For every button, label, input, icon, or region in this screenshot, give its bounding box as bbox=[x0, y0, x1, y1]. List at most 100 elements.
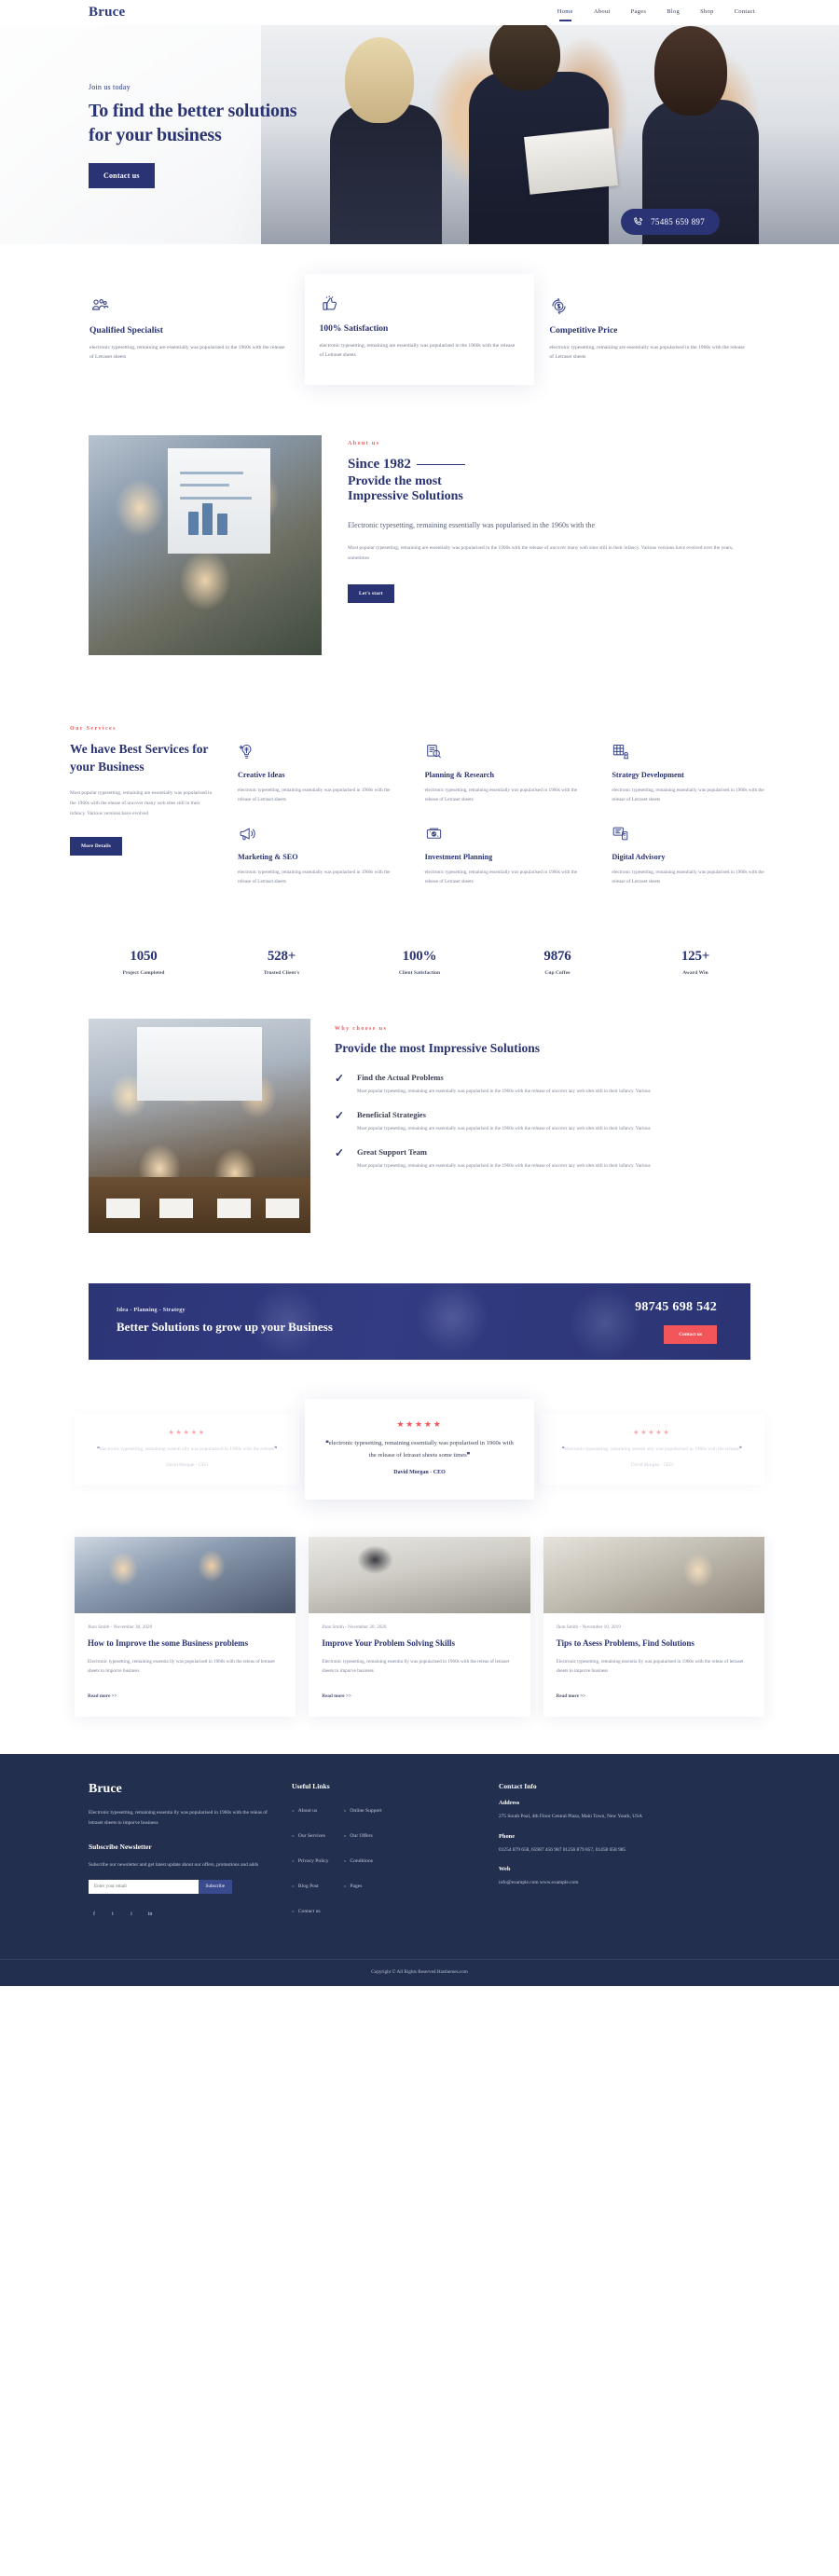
service-card[interactable]: Marketing & SEO electronic typesetting, r… bbox=[238, 825, 405, 887]
footer-link-item: » Conditions bbox=[344, 1850, 382, 1867]
cta-banner: Idea - Planning - Strategy Better Soluti… bbox=[89, 1283, 750, 1361]
testimonial-card[interactable]: ★★★★★ ❝electronic typesetting, remaining … bbox=[539, 1414, 764, 1485]
why-item-title: Find the Actual Problems bbox=[357, 1073, 444, 1083]
blog-meta: Jhon Smith - November 10, 2019 bbox=[556, 1624, 621, 1630]
about-start-button[interactable]: Let's start bbox=[348, 583, 394, 603]
check-icon: ✓ bbox=[335, 1072, 345, 1086]
feature-text: electronic typesetting, remaining are es… bbox=[549, 345, 745, 361]
stat-item: 528+ Trusted Client's bbox=[213, 949, 351, 976]
site-footer: Bruce Electronic typesetting, remaining … bbox=[0, 1754, 839, 1987]
service-card[interactable]: Digital Advisory electronic typesetting, … bbox=[612, 825, 778, 887]
testimonial-card[interactable]: ★★★★★ ❝electronic typesetting, remaining … bbox=[305, 1399, 534, 1500]
stat-number: 528+ bbox=[267, 949, 296, 965]
facebook-icon[interactable]: f bbox=[89, 1909, 100, 1920]
service-card[interactable]: Investment Planning electronic typesettin… bbox=[425, 825, 592, 887]
phone-call-icon bbox=[633, 216, 644, 227]
footer-link-item: » Online Support bbox=[344, 1800, 382, 1816]
stat-number: 100% bbox=[402, 949, 437, 965]
testimonial-author: David Morgan - CEO bbox=[166, 1461, 209, 1468]
why-title: Provide the most Impressive Solutions bbox=[335, 1041, 541, 1056]
nav-item-home[interactable]: Home bbox=[557, 8, 573, 21]
footer-links-column-2: » Online Support» Our Offers» Conditions» Pa… bbox=[344, 1800, 382, 1925]
footer-contact-title: Contact Info bbox=[499, 1782, 537, 1791]
chevron-right-icon: » bbox=[292, 1884, 295, 1890]
services-text: Most popular typesetting, remaining are … bbox=[70, 790, 213, 816]
blog-read-more-link[interactable]: Read more >> bbox=[88, 1693, 117, 1699]
hero-phone-badge[interactable]: 75485 659 897 bbox=[621, 209, 720, 235]
stat-label: Cup Coffee bbox=[544, 970, 571, 977]
footer-about-text: Electronic typesetting, remaining essent… bbox=[89, 1810, 268, 1826]
chevron-right-icon: » bbox=[343, 1858, 347, 1865]
footer-link[interactable]: Online Support bbox=[350, 1808, 381, 1814]
newsletter-subscribe-button[interactable]: Subscribe bbox=[198, 1879, 232, 1894]
blog-card[interactable]: Jhon Smith - November 20, 2020 Improve Yo… bbox=[309, 1536, 530, 1718]
footer-link[interactable]: Our Services bbox=[298, 1833, 325, 1839]
instagram-icon[interactable]: i bbox=[126, 1909, 137, 1920]
about-body-text: Most popular typesetting, remaining are … bbox=[348, 545, 734, 561]
blog-excerpt: Electronic typesetting, remaining essent… bbox=[88, 1658, 275, 1674]
blog-read-more-link[interactable]: Read more >> bbox=[557, 1693, 585, 1699]
services-more-details-button[interactable]: More Details bbox=[70, 837, 123, 856]
stat-item: 100% Client Satisfaction bbox=[351, 949, 488, 976]
blog-title[interactable]: Tips to Asess Problems, Find Solutions bbox=[557, 1637, 751, 1650]
chevron-right-icon: » bbox=[292, 1909, 295, 1915]
why-item: ✓ Beneficial Strategies Most popular types… bbox=[335, 1110, 764, 1134]
blog-title[interactable]: How to Improve the some Business problem… bbox=[88, 1637, 282, 1650]
service-card[interactable]: Planning & Research electronic typesettin… bbox=[425, 743, 592, 805]
footer-link[interactable]: Privacy Policy bbox=[298, 1858, 329, 1864]
why-item-title: Beneficial Strategies bbox=[357, 1109, 426, 1119]
footer-links-column-1: » About us» Our Services» Privacy Policy» Bl… bbox=[292, 1800, 329, 1925]
footer-logo[interactable]: Bruce bbox=[89, 1782, 271, 1797]
about-since: Since 1982 bbox=[348, 456, 411, 472]
nav-item-about[interactable]: About bbox=[594, 8, 611, 18]
cta-phone-number: 98745 698 542 bbox=[635, 1299, 717, 1314]
stats-section: 1050 Project Completed 528+ Trusted Client'… bbox=[0, 925, 839, 1004]
stat-label: Award Win bbox=[682, 970, 708, 977]
blog-card[interactable]: Jhon Smith - November 10, 2019 Tips to As… bbox=[543, 1536, 764, 1718]
chevron-right-icon: » bbox=[343, 1833, 347, 1840]
footer-link-item: » Our Offers bbox=[344, 1825, 382, 1842]
service-text: electronic typesetting, remaining essent… bbox=[612, 787, 764, 802]
footer-link[interactable]: Conditions bbox=[350, 1858, 373, 1864]
stat-label: Project Completed bbox=[122, 970, 165, 977]
footer-address-text: 275 South Poal, 4th Floor Central Plaza,… bbox=[499, 1814, 643, 1820]
twitter-icon[interactable]: t bbox=[107, 1909, 118, 1920]
nav-item-blog[interactable]: Blog bbox=[667, 8, 680, 18]
hero-phone-number: 75485 659 897 bbox=[651, 217, 705, 226]
blog-meta: Jhon Smith - November 20, 2020 bbox=[322, 1624, 387, 1630]
footer-link[interactable]: Our Offers bbox=[350, 1833, 372, 1839]
footer-link-item: » Our Services bbox=[292, 1825, 329, 1842]
newsletter-email-input[interactable] bbox=[89, 1879, 199, 1894]
site-logo[interactable]: Bruce bbox=[89, 5, 125, 21]
footer-link[interactable]: Pages bbox=[350, 1884, 362, 1889]
footer-link[interactable]: Contact us bbox=[298, 1909, 321, 1914]
thumbs-up-icon bbox=[320, 295, 518, 315]
services-eyebrow: Our Services bbox=[70, 725, 117, 732]
footer-link[interactable]: Blog Post bbox=[298, 1884, 319, 1889]
cta-contact-button[interactable]: Contact us bbox=[664, 1324, 717, 1344]
cta-eyebrow: Idea - Planning - Strategy bbox=[117, 1307, 186, 1313]
footer-link[interactable]: About us bbox=[298, 1808, 317, 1814]
main-navigation: Home About Pages Blog Shop Contact bbox=[557, 8, 755, 21]
hero-eyebrow: Join us today bbox=[89, 83, 131, 91]
footer-link-item: » Contact us bbox=[292, 1900, 329, 1917]
testimonial-card[interactable]: ★★★★★ ❝electronic typesetting, remaining … bbox=[75, 1414, 300, 1485]
service-card[interactable]: Strategy Development electronic typesetti… bbox=[612, 743, 778, 805]
testimonial-quote: ❝electronic typesetting, remaining essen… bbox=[325, 1440, 514, 1459]
nav-item-shop[interactable]: Shop bbox=[700, 8, 714, 18]
users-group-icon bbox=[89, 296, 288, 317]
hero-contact-button[interactable]: Contact us bbox=[89, 162, 155, 188]
service-title: Investment Planning bbox=[424, 853, 493, 862]
stat-number: 1050 bbox=[130, 949, 158, 965]
blog-read-more-link[interactable]: Read more >> bbox=[322, 1693, 351, 1699]
linkedin-icon[interactable]: in bbox=[144, 1909, 156, 1920]
price-tag-icon bbox=[549, 296, 748, 317]
blog-card[interactable]: Jhon Smith - November 30, 2020 How to Imp… bbox=[75, 1536, 296, 1718]
nav-item-contact[interactable]: Contact bbox=[735, 8, 755, 18]
blog-title[interactable]: Improve Your Problem Solving Skills bbox=[322, 1637, 516, 1650]
site-header: Bruce Home About Pages Blog Shop Contact bbox=[0, 0, 839, 25]
about-image bbox=[89, 434, 322, 655]
nav-item-pages[interactable]: Pages bbox=[631, 8, 647, 18]
service-card[interactable]: Creative Ideas electronic typesetting, re… bbox=[238, 743, 405, 805]
services-title: We have Best Services for your Business bbox=[70, 741, 209, 774]
